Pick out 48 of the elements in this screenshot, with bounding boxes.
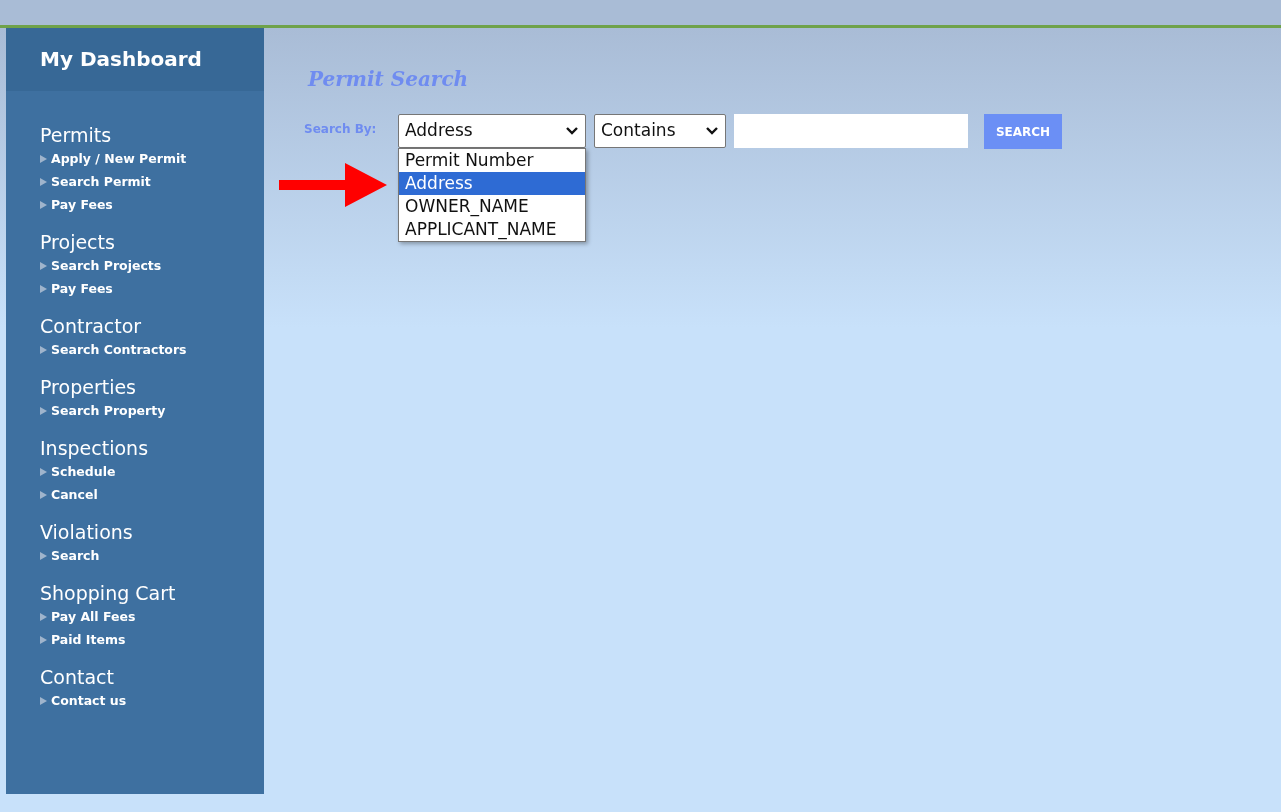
triangle-icon <box>40 696 47 705</box>
sidebar-link[interactable]: Cancel <box>51 483 98 506</box>
page-title: Permit Search <box>308 66 470 93</box>
section-heading: Permits <box>40 123 113 147</box>
triangle-icon <box>40 345 47 354</box>
triangle-icon <box>40 261 47 270</box>
triangle-icon <box>40 406 47 415</box>
sidebar-link[interactable]: Search Contractors <box>51 338 187 361</box>
sidebar-link[interactable]: Contact us <box>51 689 127 712</box>
dropdown-option[interactable]: Permit Number <box>399 149 585 172</box>
triangle-icon <box>40 154 47 163</box>
sidebar-link[interactable]: Paid Items <box>51 628 126 651</box>
sidebar-link[interactable]: Pay Fees <box>51 277 113 300</box>
section-heading: Properties <box>40 375 138 399</box>
section-heading: Violations <box>40 520 134 544</box>
sidebar-link[interactable]: Search Projects <box>51 254 162 277</box>
triangle-icon <box>40 284 47 293</box>
sidebar-link[interactable]: Pay Fees <box>51 193 113 216</box>
triangle-icon <box>40 635 47 644</box>
section-heading: Inspections <box>40 436 150 460</box>
search-label: Search By: <box>304 121 378 138</box>
match-dropdown[interactable]: Contains <box>594 114 726 148</box>
chevron-down-icon <box>705 126 719 136</box>
triangle-icon <box>40 177 47 186</box>
dropdown-option[interactable]: OWNER_NAME <box>399 195 585 218</box>
dropdown-option[interactable]: APPLICANT_NAME <box>399 218 585 241</box>
chevron-down-icon <box>565 126 579 136</box>
triangle-icon <box>40 490 47 499</box>
triangle-icon <box>40 467 47 476</box>
sidebar-link[interactable]: Schedule <box>51 460 116 483</box>
search-button[interactable]: SEARCH <box>984 114 1062 149</box>
triangle-icon <box>40 551 47 560</box>
section-heading: Contact <box>40 665 115 689</box>
section-heading: Projects <box>40 230 116 254</box>
section-heading: Shopping Cart <box>40 581 177 605</box>
dropdown-option[interactable]: Address <box>399 172 585 195</box>
triangle-icon <box>40 200 47 209</box>
sidebar-link[interactable]: Apply / New Permit <box>51 147 187 170</box>
field-dropdown[interactable]: Address <box>398 114 586 148</box>
section-heading: Contractor <box>40 314 143 338</box>
sidebar-link[interactable]: Search <box>51 544 100 567</box>
sidebar-link[interactable]: Search Permit <box>51 170 151 193</box>
search-input-field[interactable] <box>734 114 968 148</box>
triangle-icon <box>40 612 47 621</box>
arrow-icon <box>279 163 387 207</box>
sidebar-title: My Dashboard <box>6 28 264 91</box>
sidebar-link[interactable]: Pay All Fees <box>51 605 136 628</box>
sidebar-link[interactable]: Search Property <box>51 399 166 422</box>
